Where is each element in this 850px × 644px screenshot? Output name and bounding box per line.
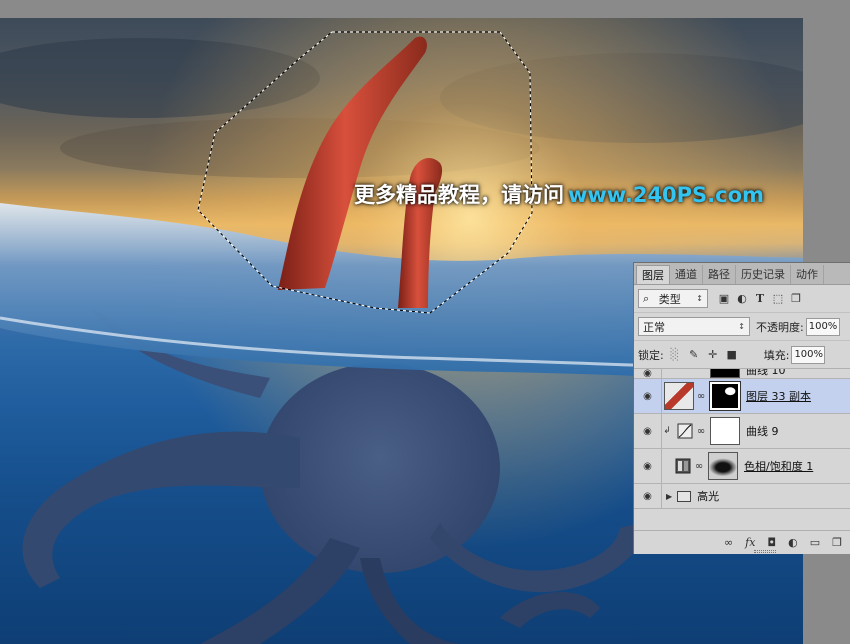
smart-object-filter-icon[interactable]: ❐ (790, 292, 802, 305)
link-icon: ∞ (696, 390, 706, 402)
layer-mask-thumbnail[interactable] (709, 381, 741, 411)
type-filter-icon[interactable]: T (754, 292, 766, 305)
lock-transparent-icon[interactable]: ░ (669, 348, 681, 361)
folder-icon (677, 490, 692, 502)
layer-group-row[interactable]: ◉ ▶ 高光 (634, 484, 850, 509)
layer-name: 曲线 10 (746, 369, 786, 377)
updown-icon: ↕ (696, 294, 703, 303)
visibility-toggle[interactable]: ◉ (634, 449, 662, 483)
lock-label: 锁定: (638, 348, 664, 362)
fx-icon[interactable]: fx (745, 536, 755, 549)
layer-list: ◉ 曲线 10 ◉ ∞ 图层 33 副本 ◉ ↲ ∞ 曲线 9 ◉ ∞ 色相/饱… (634, 369, 850, 512)
layer-row[interactable]: ◉ ∞ 色相/饱和度 1 (634, 449, 850, 484)
fill-label: 填充: (763, 348, 790, 362)
layer-mask-thumbnail[interactable] (710, 369, 740, 378)
blend-row: 正常 ↕ 不透明度: 100% (634, 313, 850, 341)
layer-thumbnail[interactable] (664, 382, 694, 410)
layer-row[interactable]: ◉ 曲线 10 (634, 369, 850, 379)
curves-icon (676, 422, 694, 440)
blend-mode-value: 正常 (643, 320, 665, 334)
visibility-toggle[interactable]: ◉ (634, 369, 662, 378)
layer-mask-thumbnail[interactable] (708, 452, 738, 480)
lock-icons: ░ ✎ ✛ ■ (669, 348, 738, 361)
image-filter-icon[interactable]: ▣ (718, 292, 730, 305)
tab-history[interactable]: 历史记录 (736, 265, 791, 284)
expand-arrow-icon[interactable]: ▶ (666, 492, 672, 501)
tab-actions[interactable]: 动作 (791, 265, 824, 284)
eye-icon: ◉ (643, 390, 652, 402)
panel-footer: ∞ fx ◘ ◐ ▭ ❐ (634, 530, 850, 554)
tab-layers[interactable]: 图层 (636, 265, 670, 284)
layer-name: 色相/饱和度 1 (744, 460, 814, 473)
link-icon: ∞ (694, 460, 704, 472)
panel-tabs: 图层 通道 路径 历史记录 动作 (634, 263, 850, 285)
updown-icon: ↕ (738, 322, 745, 331)
visibility-toggle[interactable]: ◉ (634, 379, 662, 413)
eye-icon: ◉ (643, 490, 652, 502)
eye-icon: ◉ (643, 369, 652, 379)
tab-paths[interactable]: 路径 (703, 265, 736, 284)
layer-name: 图层 33 副本 (746, 390, 811, 403)
opacity-input[interactable]: 100% (805, 317, 840, 336)
opacity-label: 不透明度: (756, 320, 804, 334)
lock-brush-icon[interactable]: ✎ (688, 348, 700, 361)
visibility-toggle[interactable]: ◉ (634, 484, 662, 508)
adjustment-icon[interactable]: ◐ (788, 536, 798, 549)
tab-channels[interactable]: 通道 (670, 265, 703, 284)
clip-arrow-icon: ↲ (663, 426, 671, 436)
filter-row: ⌕ 类型 ↕ ▣ ◐ T ⬚ ❐ (634, 285, 850, 313)
link-icon[interactable]: ∞ (724, 536, 733, 549)
filter-icons: ▣ ◐ T ⬚ ❐ (718, 292, 802, 305)
layers-panel: 图层 通道 路径 历史记录 动作 ⌕ 类型 ↕ ▣ ◐ T ⬚ ❐ 正常 ↕ 不… (633, 262, 850, 554)
watermark: 更多精品教程，请访问 www.240PS.com (354, 179, 764, 209)
eye-icon: ◉ (643, 460, 652, 472)
new-layer-icon[interactable]: ❐ (832, 536, 842, 549)
search-icon: ⌕ (643, 291, 650, 305)
resize-grip[interactable] (754, 550, 776, 553)
new-group-icon[interactable]: ▭ (810, 536, 820, 549)
lock-move-icon[interactable]: ✛ (707, 348, 719, 361)
shape-filter-icon[interactable]: ⬚ (772, 292, 784, 305)
link-icon: ∞ (696, 425, 706, 437)
watermark-text: 更多精品教程，请访问 (354, 183, 564, 207)
eye-icon: ◉ (643, 425, 652, 437)
visibility-toggle[interactable]: ◉ (634, 414, 662, 448)
layer-name: 曲线 9 (746, 425, 779, 438)
fill-input[interactable]: 100% (791, 345, 826, 364)
adjustment-filter-icon[interactable]: ◐ (736, 292, 748, 305)
layer-name: 高光 (697, 490, 720, 503)
layer-mask-thumbnail[interactable] (710, 417, 740, 445)
hue-saturation-icon (674, 457, 692, 475)
lock-all-icon[interactable]: ■ (726, 348, 738, 361)
mask-icon[interactable]: ◘ (767, 536, 776, 549)
lock-row: 锁定: ░ ✎ ✛ ■ 填充: 100% (634, 341, 850, 369)
filter-kind-label: 类型 (658, 292, 681, 306)
blend-mode-select[interactable]: 正常 ↕ (638, 317, 750, 336)
filter-kind-select[interactable]: ⌕ 类型 ↕ (638, 289, 708, 308)
layer-row-selected[interactable]: ◉ ∞ 图层 33 副本 (634, 379, 850, 414)
watermark-url: www.240PS.com (568, 183, 764, 207)
layer-row[interactable]: ◉ ↲ ∞ 曲线 9 (634, 414, 850, 449)
curves-icon (676, 369, 694, 378)
